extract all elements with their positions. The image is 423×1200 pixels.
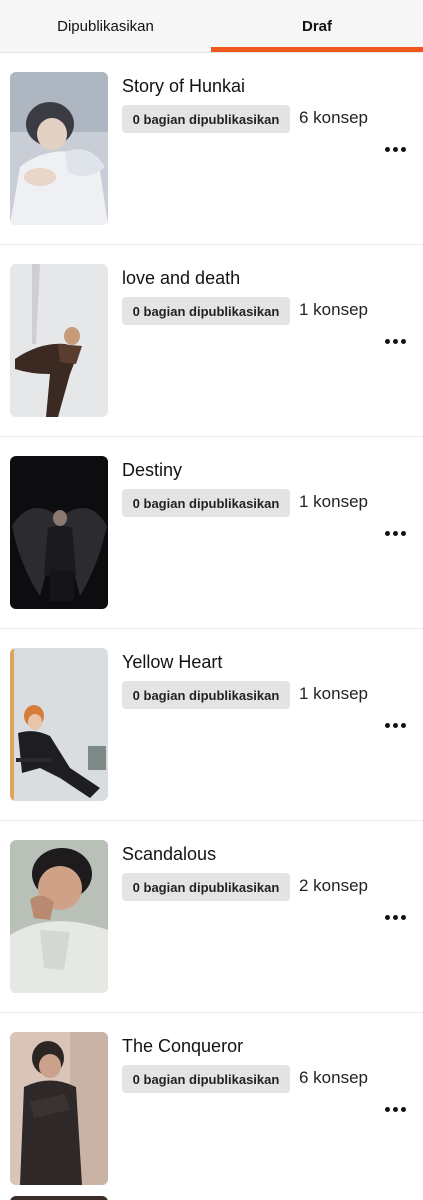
more-horizontal-icon[interactable] <box>378 905 412 929</box>
story-item[interactable]: The Conqueror 0 bagian dipublikasikan 6 … <box>0 1013 423 1200</box>
more-horizontal-icon[interactable] <box>378 521 412 545</box>
story-cover-image[interactable] <box>10 456 108 609</box>
more-horizontal-icon[interactable] <box>378 1097 412 1121</box>
story-title[interactable]: Destiny <box>122 460 182 481</box>
story-item[interactable]: Scandalous 0 bagian dipublikasikan 2 kon… <box>0 821 423 1013</box>
tab-published[interactable]: Dipublikasikan <box>0 0 211 53</box>
story-cover-image[interactable] <box>10 264 108 417</box>
active-tab-indicator <box>211 47 423 52</box>
story-item[interactable]: Story of Hunkai 0 bagian dipublikasikan … <box>0 53 423 245</box>
draft-count: 1 konsep <box>299 492 368 511</box>
published-parts-badge: 0 bagian dipublikasikan <box>122 489 290 517</box>
more-horizontal-icon[interactable] <box>378 329 412 353</box>
story-cover-image[interactable] <box>10 1032 108 1185</box>
story-title[interactable]: Story of Hunkai <box>122 76 245 97</box>
draft-story-list: Story of Hunkai 0 bagian dipublikasikan … <box>0 53 423 1200</box>
story-item[interactable]: Yellow Heart 0 bagian dipublikasikan 1 k… <box>0 629 423 821</box>
draft-count: 1 konsep <box>299 300 368 319</box>
story-item[interactable]: love and death 0 bagian dipublikasikan 1… <box>0 245 423 437</box>
more-horizontal-icon[interactable] <box>378 713 412 737</box>
next-story-cover-partial <box>10 1196 108 1200</box>
tab-bar: Dipublikasikan Draf <box>0 0 423 53</box>
more-horizontal-icon[interactable] <box>378 137 412 161</box>
published-parts-badge: 0 bagian dipublikasikan <box>122 297 290 325</box>
draft-count: 1 konsep <box>299 684 368 703</box>
story-cover-image[interactable] <box>10 648 108 801</box>
story-title[interactable]: Scandalous <box>122 844 216 865</box>
tab-drafts[interactable]: Draf <box>211 0 423 53</box>
story-title[interactable]: Yellow Heart <box>122 652 222 673</box>
story-cover-image[interactable] <box>10 840 108 993</box>
story-cover-image[interactable] <box>10 72 108 225</box>
published-parts-badge: 0 bagian dipublikasikan <box>122 681 290 709</box>
published-parts-badge: 0 bagian dipublikasikan <box>122 105 290 133</box>
draft-count: 2 konsep <box>299 876 368 895</box>
draft-count: 6 konsep <box>299 108 368 127</box>
story-title[interactable]: The Conqueror <box>122 1036 243 1057</box>
draft-count: 6 konsep <box>299 1068 368 1087</box>
published-parts-badge: 0 bagian dipublikasikan <box>122 1065 290 1093</box>
published-parts-badge: 0 bagian dipublikasikan <box>122 873 290 901</box>
story-title[interactable]: love and death <box>122 268 240 289</box>
story-item[interactable]: Destiny 0 bagian dipublikasikan 1 konsep <box>0 437 423 629</box>
